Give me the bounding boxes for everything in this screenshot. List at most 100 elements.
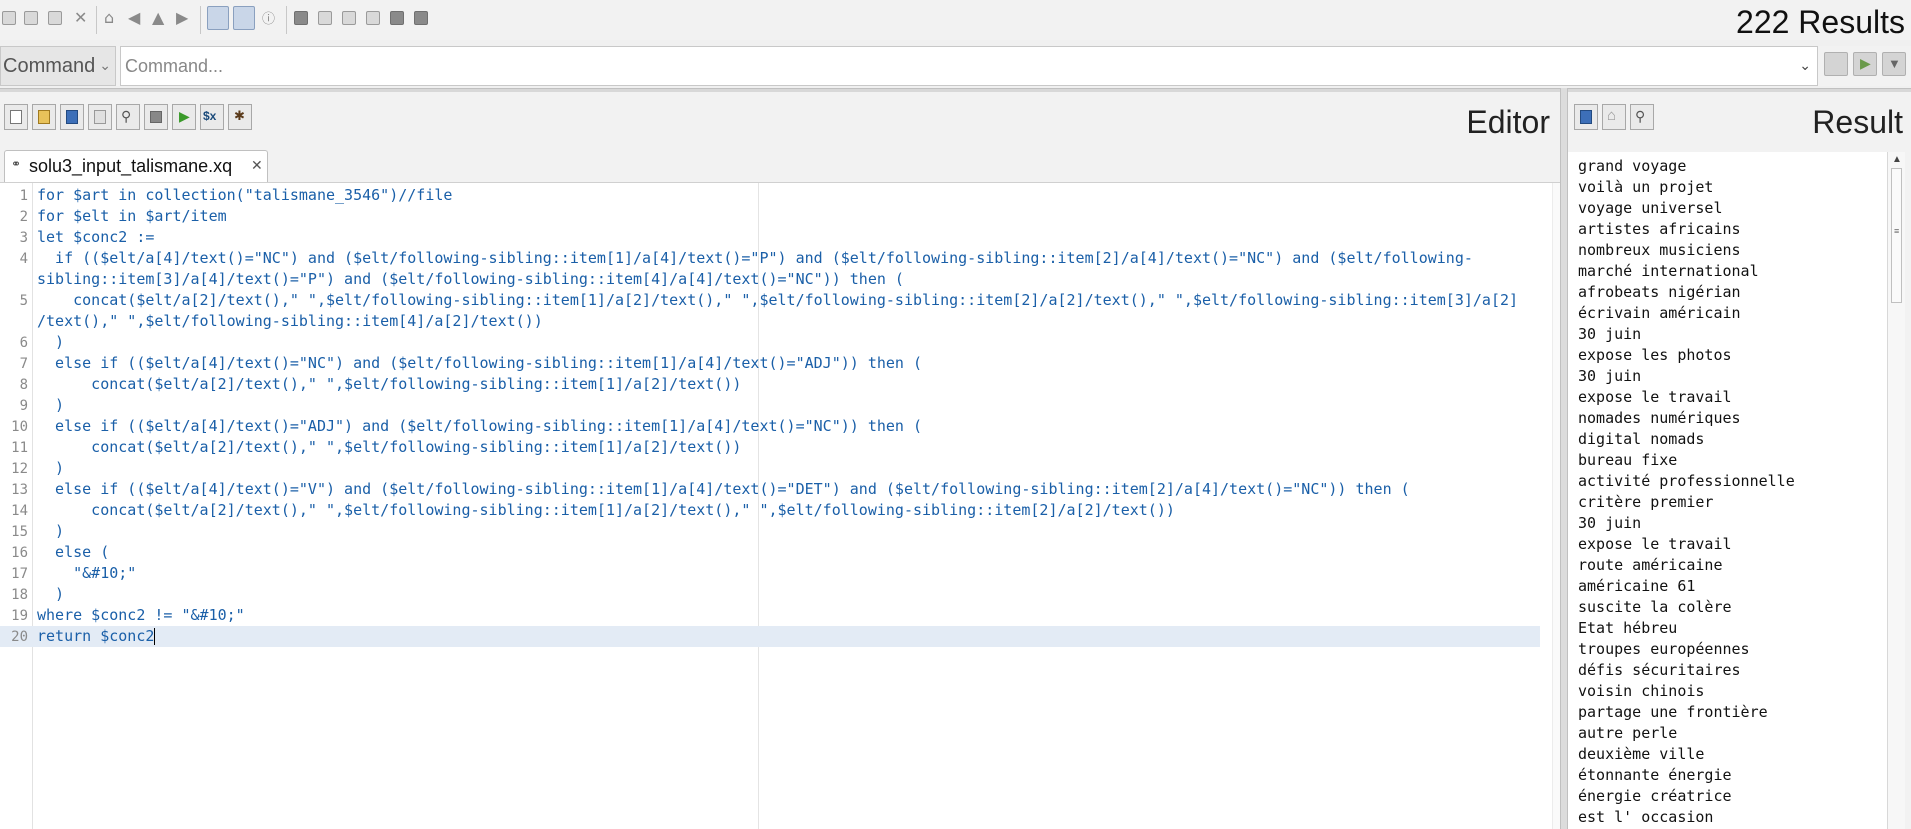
find-result-button[interactable]: ⚲ [1630,104,1654,130]
result-item[interactable]: 30 juin [1578,513,1641,534]
result-item[interactable]: bureau fixe [1578,450,1677,471]
result-item[interactable]: défis sécuritaires [1578,660,1741,681]
toolbar-divider [96,6,97,34]
search-icon: ⚲ [1635,108,1646,124]
result-item[interactable]: est l' occasion [1578,807,1713,828]
line-number: 16 [11,545,28,561]
result-item[interactable]: écrivain américain [1578,303,1741,324]
scroll-up-icon[interactable]: ▲ [1892,154,1902,165]
save-result-button[interactable] [1574,104,1598,130]
result-item[interactable]: troupes européennes [1578,639,1750,660]
editor-panel: ⚲ ▶ $x ✱ Editor ⚭ solu3_input_talismane.… [0,92,1560,829]
code-line: 6 ) [0,332,1540,353]
debug-button[interactable]: ✱ [228,104,252,130]
home-icon: ⌂ [1607,107,1617,124]
result-item[interactable]: américaine 61 [1578,576,1695,597]
vertical-splitter[interactable] [1560,88,1568,829]
result-item[interactable]: suscite la colère [1578,597,1732,618]
table-view-icon[interactable] [366,11,380,25]
result-item[interactable]: activité professionnelle [1578,471,1795,492]
result-item[interactable]: voyage universel [1578,198,1723,219]
open-file-button[interactable] [32,104,56,130]
folder-view-icon[interactable] [342,11,356,25]
map-view-icon[interactable] [294,11,308,25]
result-item[interactable]: expose le travail [1578,387,1732,408]
result-list[interactable]: grand voyage voilà un projet voyage univer… [1568,152,1887,829]
forward-icon[interactable]: ▶ [176,9,188,27]
plot-view-icon[interactable] [390,11,404,25]
result-item[interactable]: nomades numériques [1578,408,1741,429]
run-button[interactable]: ▶ [1853,52,1877,76]
properties-icon[interactable] [48,11,62,25]
new-file-button[interactable] [4,104,28,130]
up-icon[interactable]: ▲ [152,9,164,27]
close-database-icon[interactable]: ✕ [74,9,87,27]
chevron-down-icon[interactable]: ⌄ [1799,57,1811,74]
link-toggle-icon[interactable] [233,6,255,30]
back-icon[interactable]: ◀ [128,9,140,27]
result-item[interactable]: Etat hébreu [1578,618,1677,639]
line-number: 3 [19,230,28,246]
mode-select[interactable]: Command ⌄ [0,46,116,86]
text-cursor [154,628,156,645]
result-item[interactable]: énergie créatrice [1578,786,1732,807]
editor-scroll-edge [1552,183,1560,829]
line-number: 10 [11,419,28,435]
result-item[interactable]: autre perle [1578,723,1677,744]
code-line: 1 for $art in collection("talismane_3546"… [0,185,1540,206]
edit-toggle-icon[interactable] [207,6,229,30]
toolbar-divider [286,6,287,34]
home-icon[interactable]: ⌂ [104,9,114,27]
save-file-button[interactable] [60,104,84,130]
result-item[interactable]: 30 juin [1578,324,1641,345]
result-item[interactable]: grand voyage [1578,156,1686,177]
code-line: 12 ) [0,458,1540,479]
line-number: 20 [11,629,28,645]
result-item[interactable]: partage une frontière [1578,702,1768,723]
line-number: 19 [11,608,28,624]
result-item[interactable]: étonnante énergie [1578,765,1732,786]
code-text: for $elt in $art/item [37,207,227,225]
line-number: 1 [19,188,28,204]
info-icon[interactable]: ⓘ [262,11,275,29]
tree-view-icon[interactable] [318,11,332,25]
scroll-thumb[interactable]: ≡ [1891,168,1902,303]
code-line: 3 let $conc2 := [0,227,1540,248]
result-item[interactable]: route américaine [1578,555,1723,576]
run-query-button[interactable]: ▶ [172,104,196,130]
tab-solu3-input-talismane[interactable]: ⚭ solu3_input_talismane.xq ✕ [4,150,268,182]
result-item[interactable]: expose le travail [1578,534,1732,555]
code-text: ) [37,333,65,351]
open-database-icon[interactable] [24,11,38,25]
result-item[interactable]: afrobeats nigérian [1578,282,1741,303]
result-item[interactable]: marché international [1578,261,1759,282]
code-text: "&#10;" [37,564,137,582]
code-editor[interactable]: 1 for $art in collection("talismane_3546"… [0,182,1560,829]
result-item[interactable]: artistes africains [1578,219,1741,240]
result-item[interactable]: digital nomads [1578,429,1704,450]
variables-button[interactable]: $x [200,104,224,130]
line-number: 7 [19,356,28,372]
find-button[interactable]: ⚲ [116,104,140,130]
line-number: 2 [19,209,28,225]
result-item[interactable]: nombreux musiciens [1578,240,1741,261]
code-text: ) [37,396,65,414]
code-line: sibling::item[3]/a[4]/text()="P") and ($… [0,269,1540,290]
result-item[interactable]: expose les photos [1578,345,1732,366]
new-database-icon[interactable] [2,11,16,25]
result-scrollbar[interactable]: ▲ ≡ [1887,152,1905,829]
stop-query-button[interactable] [144,104,168,130]
result-item[interactable]: voisin chinois [1578,681,1704,702]
command-input[interactable]: Command... ⌄ [120,46,1818,86]
stop-button[interactable] [1824,52,1848,76]
close-icon[interactable]: ✕ [251,157,263,174]
history-button[interactable] [88,104,112,130]
home-result-button[interactable]: ⌂ [1602,104,1626,130]
code-line: 4 if (($elt/a[4]/text()="NC") and ($elt/… [0,248,1540,269]
explorer-view-icon[interactable] [414,11,428,25]
result-item[interactable]: critère premier [1578,492,1713,513]
result-item[interactable]: 30 juin [1578,366,1641,387]
result-item[interactable]: voilà un projet [1578,177,1713,198]
result-item[interactable]: deuxième ville [1578,744,1704,765]
filter-button[interactable]: ▼ [1882,52,1906,76]
